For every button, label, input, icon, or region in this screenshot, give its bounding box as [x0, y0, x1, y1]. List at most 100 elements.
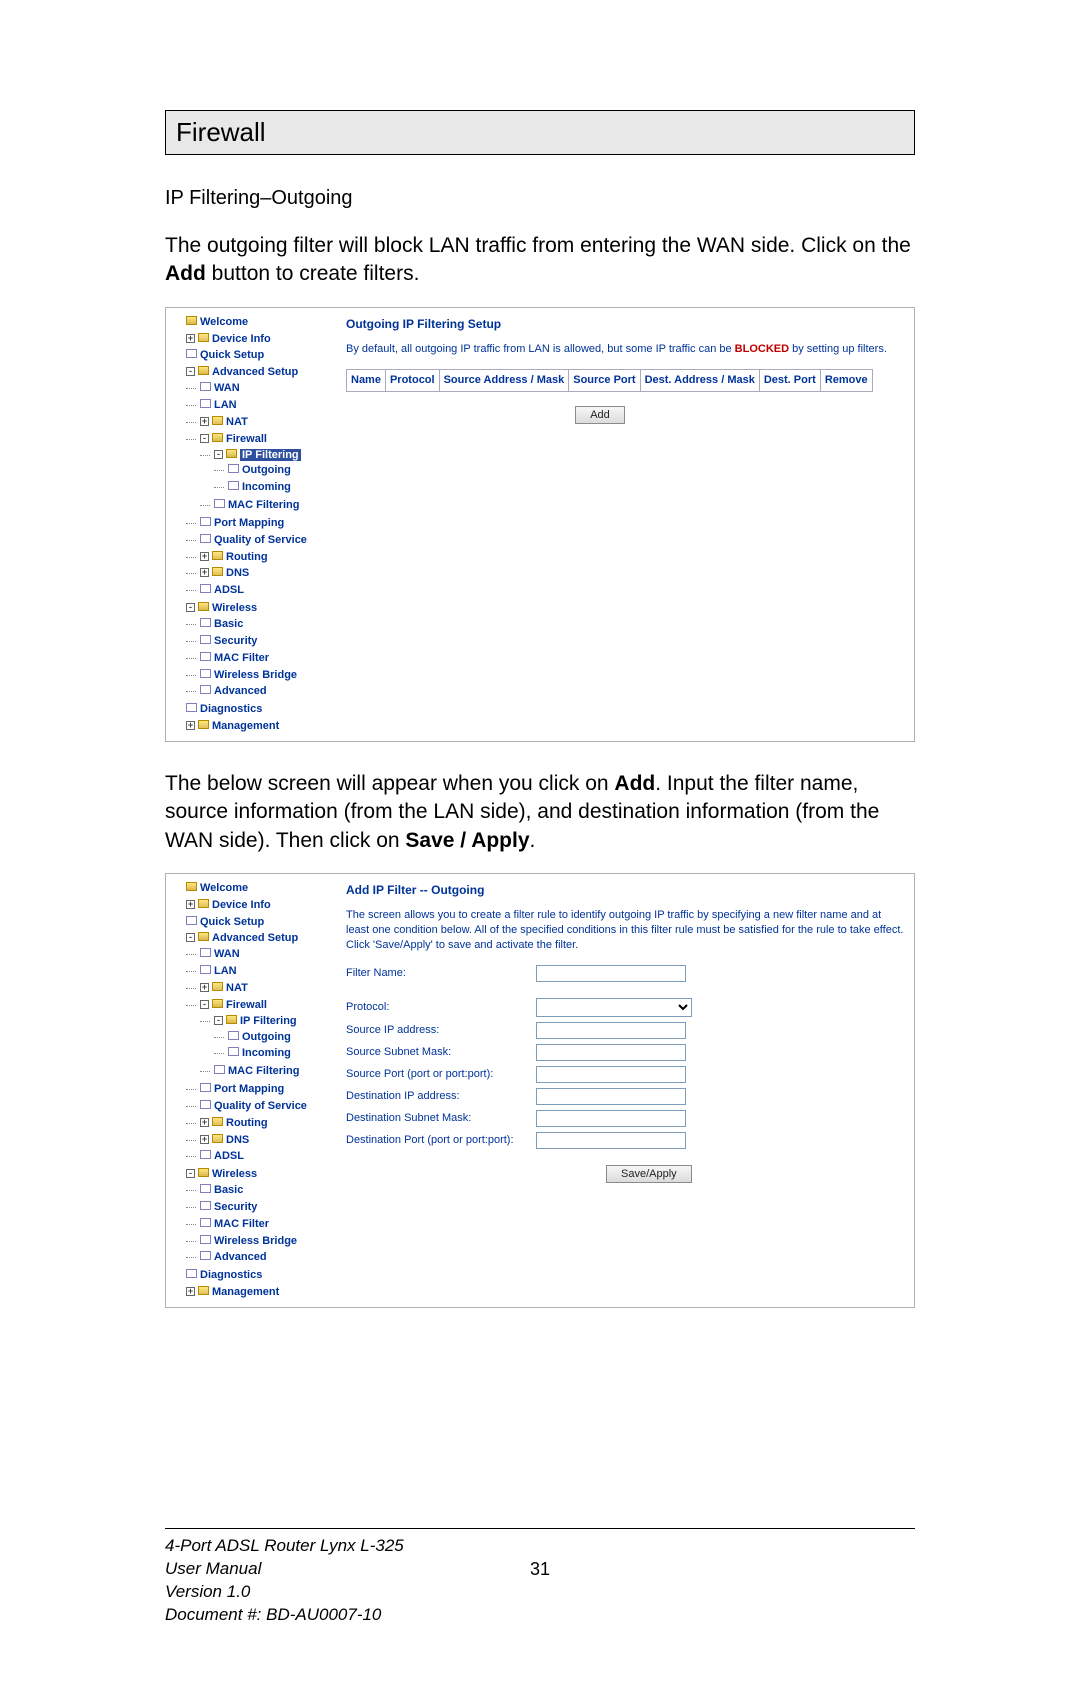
tree-welcome[interactable]: Welcome [172, 314, 322, 331]
tree-diagnostics[interactable]: Diagnostics [172, 701, 322, 718]
tree-port-mapping[interactable]: Port Mapping [186, 1081, 322, 1098]
tree-management[interactable]: +Management [172, 718, 322, 735]
tree-outgoing[interactable]: Outgoing [214, 1029, 322, 1046]
tree-dns[interactable]: +DNS [186, 565, 322, 582]
src-ip-input[interactable] [536, 1022, 686, 1039]
expand-icon[interactable]: + [200, 552, 209, 561]
tree-mac-filter[interactable]: MAC Filter [186, 650, 322, 667]
page-icon [200, 1235, 211, 1244]
expand-icon[interactable]: + [200, 1135, 209, 1144]
dst-port-input[interactable] [536, 1132, 686, 1149]
tree-incoming[interactable]: Incoming [214, 1045, 322, 1062]
collapse-icon[interactable]: - [186, 933, 195, 942]
src-mask-input[interactable] [536, 1044, 686, 1061]
tree-advanced-setup[interactable]: -Advanced Setup WAN LAN +NAT -Firewall -… [172, 930, 322, 1166]
tree-ip-filtering[interactable]: -IP Filtering Outgoing Incoming [200, 447, 322, 498]
tree-wan[interactable]: WAN [186, 946, 322, 963]
folder-icon [198, 1286, 209, 1295]
p1-post: button to create filters. [206, 262, 420, 285]
tree-management[interactable]: +Management [172, 1284, 322, 1301]
tree-ip-filtering[interactable]: -IP Filtering Outgoing Incoming [200, 1013, 322, 1064]
col-protocol: Protocol [385, 369, 439, 391]
tree-device-info[interactable]: +Device Info [172, 331, 322, 348]
folder-icon [198, 720, 209, 729]
expand-icon[interactable]: + [186, 721, 195, 730]
tree-diagnostics[interactable]: Diagnostics [172, 1267, 322, 1284]
tree-quick-setup[interactable]: Quick Setup [172, 914, 322, 931]
tree-wireless[interactable]: -Wireless Basic Security MAC Filter Wire… [172, 1166, 322, 1267]
folder-icon [198, 366, 209, 375]
tree-basic[interactable]: Basic [186, 616, 322, 633]
tree-lan[interactable]: LAN [186, 963, 322, 980]
tree-advanced[interactable]: Advanced [186, 1249, 322, 1266]
tree-qos[interactable]: Quality of Service [186, 532, 322, 549]
collapse-icon[interactable]: - [186, 367, 195, 376]
page-icon [214, 1065, 225, 1074]
tree-security[interactable]: Security [186, 1199, 322, 1216]
tree-wireless-bridge[interactable]: Wireless Bridge [186, 667, 322, 684]
page-icon [228, 481, 239, 490]
tree-mac-filtering[interactable]: MAC Filtering [200, 1063, 322, 1080]
folder-icon [198, 899, 209, 908]
expand-icon[interactable]: + [186, 1287, 195, 1296]
folder-icon [198, 932, 209, 941]
src-port-input[interactable] [536, 1066, 686, 1083]
tree-nat[interactable]: +NAT [186, 980, 322, 997]
collapse-icon[interactable]: - [200, 1000, 209, 1009]
tree-incoming[interactable]: Incoming [214, 479, 322, 496]
collapse-icon[interactable]: - [186, 1169, 195, 1178]
tree-lan[interactable]: LAN [186, 397, 322, 414]
expand-icon[interactable]: + [200, 1118, 209, 1127]
page-icon [200, 1150, 211, 1159]
dst-mask-input[interactable] [536, 1110, 686, 1127]
tree-dns[interactable]: +DNS [186, 1132, 322, 1149]
tree-mac-filtering[interactable]: MAC Filtering [200, 497, 322, 514]
tree-wan[interactable]: WAN [186, 380, 322, 397]
panel2-title: Add IP Filter -- Outgoing [346, 882, 904, 898]
page-icon [186, 916, 197, 925]
filter-name-input[interactable] [536, 965, 686, 982]
footer-line3: Version 1.0 [165, 1581, 915, 1604]
expand-icon[interactable]: + [200, 568, 209, 577]
collapse-icon[interactable]: - [200, 434, 209, 443]
expand-icon[interactable]: + [186, 334, 195, 343]
tree-security[interactable]: Security [186, 633, 322, 650]
folder-icon [226, 449, 237, 458]
tree-advanced-setup[interactable]: -Advanced Setup WAN LAN +NAT -Firewall -… [172, 364, 322, 600]
add-button[interactable]: Add [575, 406, 625, 424]
tree-firewall[interactable]: -Firewall -IP Filtering Outgoing Incomin… [186, 997, 322, 1081]
tree-routing[interactable]: +Routing [186, 1115, 322, 1132]
collapse-icon[interactable]: - [214, 450, 223, 459]
footer-line1: 4-Port ADSL Router Lynx L-325 [165, 1535, 915, 1558]
collapse-icon[interactable]: - [214, 1016, 223, 1025]
tree-wireless-bridge[interactable]: Wireless Bridge [186, 1233, 322, 1250]
folder-icon [186, 316, 197, 325]
protocol-select[interactable] [536, 998, 692, 1017]
col-src-port: Source Port [569, 369, 640, 391]
collapse-icon[interactable]: - [186, 603, 195, 612]
screenshot-outgoing-setup: Welcome +Device Info Quick Setup -Advanc… [165, 307, 915, 742]
tree-welcome[interactable]: Welcome [172, 880, 322, 897]
folder-icon [212, 551, 223, 560]
page-icon [214, 499, 225, 508]
tree-device-info[interactable]: +Device Info [172, 897, 322, 914]
tree-advanced[interactable]: Advanced [186, 683, 322, 700]
tree-wireless[interactable]: -Wireless Basic Security MAC Filter Wire… [172, 600, 322, 701]
expand-icon[interactable]: + [200, 417, 209, 426]
tree-outgoing[interactable]: Outgoing [214, 462, 322, 479]
expand-icon[interactable]: + [186, 900, 195, 909]
tree-quick-setup[interactable]: Quick Setup [172, 347, 322, 364]
tree-basic[interactable]: Basic [186, 1182, 322, 1199]
save-apply-button[interactable]: Save/Apply [606, 1165, 692, 1183]
tree-adsl[interactable]: ADSL [186, 582, 322, 599]
tree-nat[interactable]: +NAT [186, 414, 322, 431]
tree-qos[interactable]: Quality of Service [186, 1098, 322, 1115]
tree-adsl[interactable]: ADSL [186, 1148, 322, 1165]
tree-port-mapping[interactable]: Port Mapping [186, 515, 322, 532]
dst-ip-input[interactable] [536, 1088, 686, 1105]
nav-tree-2: Welcome +Device Info Quick Setup -Advanc… [166, 874, 326, 1307]
tree-firewall[interactable]: -Firewall -IP Filtering Outgoing Incomin… [186, 431, 322, 515]
expand-icon[interactable]: + [200, 983, 209, 992]
tree-routing[interactable]: +Routing [186, 549, 322, 566]
tree-mac-filter[interactable]: MAC Filter [186, 1216, 322, 1233]
